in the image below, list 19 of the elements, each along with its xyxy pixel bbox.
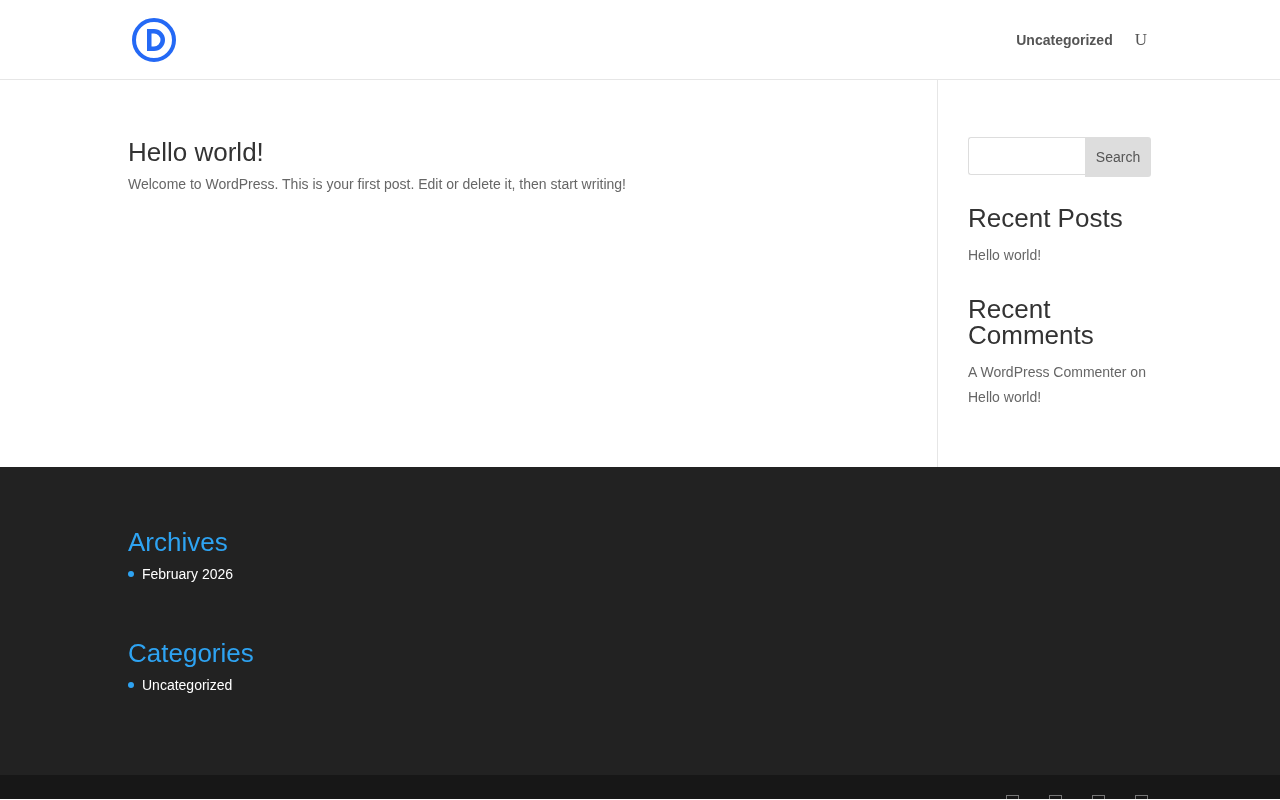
widget-title: Recent Posts [968,205,1124,231]
footer-link[interactable]: February 2026 [142,565,234,583]
widget-title: Categories [128,638,255,668]
post-title[interactable]: Hello world! [128,138,937,166]
bullet-icon [128,571,134,577]
commenter-link[interactable]: A WordPress Commenter [968,364,1127,380]
comment-joiner: on [1130,364,1146,380]
logo-icon[interactable] [131,16,177,63]
footer-link[interactable]: Uncategorized [142,676,233,694]
widget-title: Archives [128,527,229,557]
search-button[interactable]: Search [1085,137,1151,177]
search-toggle[interactable]: U [1134,29,1147,50]
post-link[interactable]: Hello world! [968,389,1042,405]
bullet-icon [128,682,134,688]
post-excerpt: Welcome to WordPress. This is your first post. Edit or delete it, then start writing! [128,176,627,192]
post-link[interactable]: Hello world! [968,243,1042,268]
search-field[interactable] [968,137,1085,175]
nav-link[interactable]: Uncategorized [1016,31,1113,48]
widget-title: Recent Comments [968,296,1095,348]
